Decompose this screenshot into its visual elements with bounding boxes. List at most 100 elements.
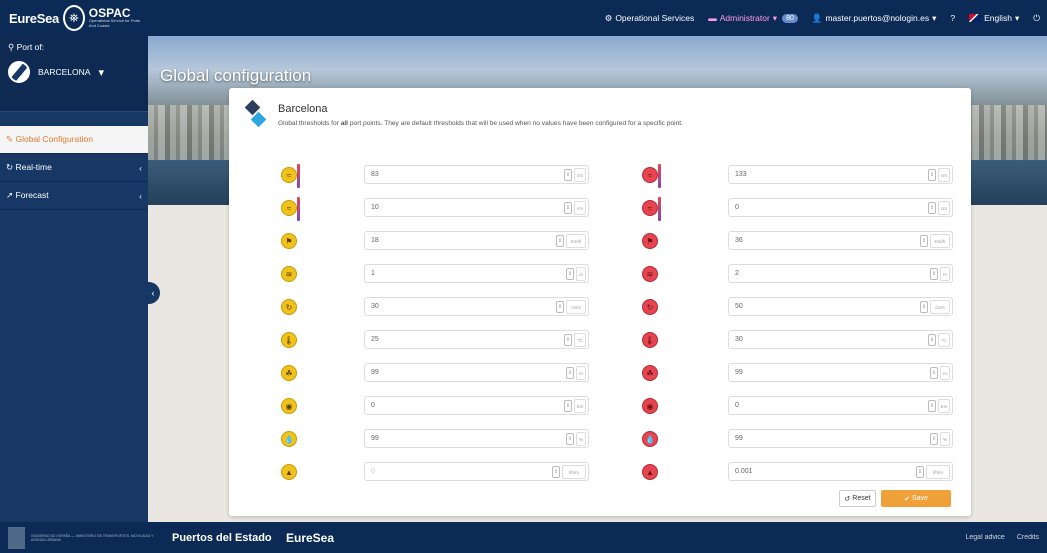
stepper-icon[interactable]: ⇕ xyxy=(928,202,936,214)
threshold-row: ⚑ 18 ⇕ Km/h ⚑ 36 ⇕ Km/h xyxy=(229,230,971,252)
warning-threshold-input[interactable]: 99 ⇕% xyxy=(364,429,589,448)
port-dropdown[interactable]: BARCELONA ▾ xyxy=(8,61,140,83)
wave-icon: ≋ xyxy=(281,266,297,282)
precipitation-icon: ▲ xyxy=(281,464,297,480)
power-icon[interactable]: ⏻ xyxy=(1026,13,1047,24)
chart-icon: ↗ xyxy=(6,190,14,200)
eurosea-footer-logo: EureSea xyxy=(286,530,335,545)
brand-logo[interactable]: EureSea ⛯ OSPAC Operational Service for P… xyxy=(0,5,148,31)
alert-threshold-input[interactable]: 99 ⇕ m xyxy=(728,363,953,382)
collapse-sidebar-button[interactable]: ‹ xyxy=(146,282,160,304)
user-menu[interactable]: 👤 master.puertos@nologin.es ▾ xyxy=(805,13,943,24)
language-menu[interactable]: English ▾ xyxy=(962,13,1026,24)
stepper-icon[interactable]: ⇕ xyxy=(566,433,574,445)
warning-threshold-input[interactable]: 0 ⇕ Km xyxy=(364,396,589,415)
stepper-icon[interactable]: ⇕ xyxy=(564,202,572,214)
warning-threshold-input[interactable]: 18 ⇕ Km/h xyxy=(364,231,589,250)
level-bar-icon xyxy=(297,164,300,188)
unit-label: m xyxy=(576,267,586,281)
alert-threshold-input[interactable]: 99 ⇕% xyxy=(728,429,953,448)
threshold-row: ≋ 1 ⇕ m ≋ 2 ⇕ m xyxy=(229,263,971,285)
unit-label: m xyxy=(940,267,950,281)
port-label: ⚲ Port of: xyxy=(8,42,45,52)
humidity-icon: 💧 xyxy=(642,431,658,447)
unit-label: Km xyxy=(938,399,950,413)
stepper-icon[interactable]: ⇕ xyxy=(566,268,574,280)
alert-threshold-input[interactable]: 133 ⇕ cm xyxy=(728,165,953,184)
sidebar-item-global-configuration[interactable]: ✎ Global Configuration xyxy=(0,126,148,154)
alert-threshold-input[interactable]: 0 ⇕ cm xyxy=(728,198,953,217)
stepper-icon[interactable]: ⇕ xyxy=(564,334,572,346)
sidebar-item-real-time[interactable]: ↻ Real-time ‹ xyxy=(0,154,148,182)
stepper-icon[interactable]: ⇕ xyxy=(556,301,564,313)
stepper-icon[interactable]: ⇕ xyxy=(930,268,938,280)
stepper-icon[interactable]: ⇕ xyxy=(552,466,560,478)
stepper-icon[interactable]: ⇕ xyxy=(928,400,936,412)
caret-down-icon: ▾ xyxy=(772,12,778,23)
warning-threshold-input[interactable]: 83 ⇕ cm xyxy=(364,165,589,184)
sidebar-item-forecast[interactable]: ↗ Forecast ‹ xyxy=(0,182,148,210)
credits-link[interactable]: Credits xyxy=(1017,534,1039,541)
config-card: Barcelona Global thresholds for all port… xyxy=(229,88,971,516)
stepper-icon[interactable]: ⇕ xyxy=(928,334,936,346)
temperature-icon: 🌡 xyxy=(281,332,297,348)
unit-label: Km/h xyxy=(566,234,586,248)
unit-label: Km xyxy=(574,399,586,413)
card-description: Global thresholds for all port points. T… xyxy=(278,120,683,127)
unit-label: cm xyxy=(938,201,950,215)
warning-threshold-input[interactable]: 30 ⇕ cm/s xyxy=(364,297,589,316)
stepper-icon[interactable]: ⇕ xyxy=(920,235,928,247)
warning-threshold-input[interactable]: 0 ⇕ l/h/m xyxy=(364,462,589,481)
unit-label: m xyxy=(940,366,950,380)
alert-threshold-input[interactable]: 2 ⇕ m xyxy=(728,264,953,283)
save-button[interactable]: ✔ Save xyxy=(881,490,951,507)
current-icon: ↻ xyxy=(642,299,658,315)
unit-label: ºC xyxy=(938,333,950,347)
warning-threshold-input[interactable]: 1 ⇕ m xyxy=(364,264,589,283)
threshold-row: ≈83 ⇕ cm ≈133 ⇕ cm xyxy=(229,164,971,188)
threshold-row: 🌡 25 ⇕ ºC 🌡 30 ⇕ ºC xyxy=(229,329,971,351)
reset-button[interactable]: ↺ Reset xyxy=(839,490,876,507)
unit-label: cm xyxy=(574,168,586,182)
wind-speed-icon: ⚑ xyxy=(642,233,658,249)
help-button[interactable]: ? xyxy=(943,13,962,23)
alert-threshold-input[interactable]: 30 ⇕ ºC xyxy=(728,330,953,349)
stepper-icon[interactable]: ⇕ xyxy=(916,466,924,478)
stepper-icon[interactable]: ⇕ xyxy=(928,169,936,181)
services-icon: ⚙ xyxy=(604,12,613,23)
humidity-icon: 💧 xyxy=(281,431,297,447)
wind-speed-icon: ⚑ xyxy=(281,233,297,249)
alert-threshold-input[interactable]: 0 ⇕ Km xyxy=(728,396,953,415)
stepper-icon[interactable]: ⇕ xyxy=(556,235,564,247)
unit-label: m xyxy=(576,366,586,380)
sea-level-icon: ≈ xyxy=(642,197,661,221)
stepper-icon[interactable]: ⇕ xyxy=(920,301,928,313)
alert-threshold-input[interactable]: 36 ⇕ Km/h xyxy=(728,231,953,250)
stepper-icon[interactable]: ⇕ xyxy=(930,367,938,379)
page-title: Global configuration xyxy=(160,66,312,85)
stepper-icon[interactable]: ⇕ xyxy=(930,433,938,445)
unit-label: Km/h xyxy=(930,234,950,248)
warning-threshold-input[interactable]: 10 ⇕ cm xyxy=(364,198,589,217)
operational-services-link[interactable]: ⚙ Operational Services xyxy=(598,13,702,24)
port-logo xyxy=(244,99,267,130)
unit-label: cm xyxy=(574,201,586,215)
sidebar: ⚲ Port of: BARCELONA ▾ ✎ Global Configur… xyxy=(0,36,148,522)
stepper-icon[interactable]: ⇕ xyxy=(564,400,572,412)
administrator-menu[interactable]: ▬ Administrator ▾ 80 xyxy=(701,13,805,24)
uk-flag-icon xyxy=(969,14,982,22)
water-quality-icon: ☘ xyxy=(281,365,297,381)
level-bar-icon xyxy=(658,164,661,188)
stepper-icon[interactable]: ⇕ xyxy=(564,169,572,181)
alert-threshold-input[interactable]: 50 ⇕ cm/s xyxy=(728,297,953,316)
undo-icon: ↺ xyxy=(844,495,851,503)
check-icon: ✔ xyxy=(904,495,910,503)
alert-threshold-input[interactable]: 0.001 ⇕ l/h/m xyxy=(728,462,953,481)
threshold-row: ≈10 ⇕ cm ≈0 ⇕ cm xyxy=(229,197,971,221)
warning-threshold-input[interactable]: 25 ⇕ ºC xyxy=(364,330,589,349)
stepper-icon[interactable]: ⇕ xyxy=(566,367,574,379)
legal-advice-link[interactable]: Legal advice xyxy=(966,534,1005,541)
unit-label: cm/s xyxy=(566,300,586,314)
gov-logo: GOBIERNO DE ESPAÑA — MINISTERIO DE TRANS… xyxy=(0,526,160,549)
warning-threshold-input[interactable]: 99 ⇕ m xyxy=(364,363,589,382)
